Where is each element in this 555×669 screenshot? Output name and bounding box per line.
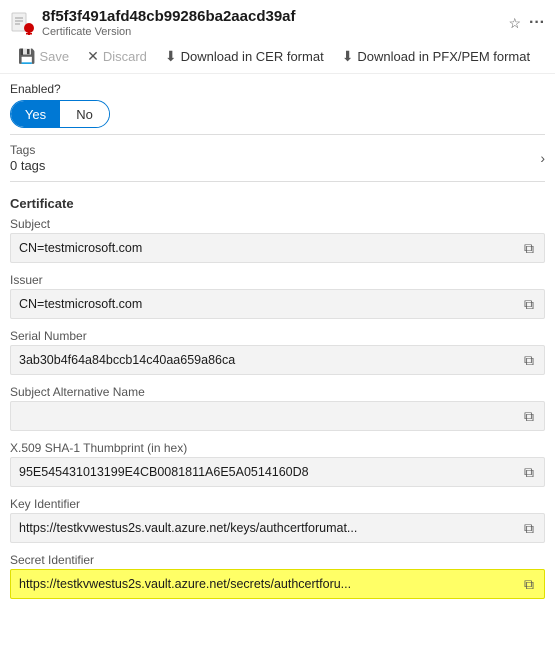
serial-number-field: Serial Number 3ab30b4f64a84bccb14c40aa65… xyxy=(0,325,555,381)
tags-row[interactable]: Tags 0 tags › xyxy=(0,135,555,181)
no-toggle-button[interactable]: No xyxy=(60,101,109,127)
copy-issuer-button[interactable]: ⧉ xyxy=(522,296,536,313)
toolbar: 💾 Save ✕ Discard ⬇ Download in CER forma… xyxy=(0,40,555,74)
yes-toggle-button[interactable]: Yes xyxy=(11,101,60,127)
secret-identifier-value-row: https://testkvwestus2s.vault.azure.net/s… xyxy=(10,569,545,599)
download-pfx-button[interactable]: ⬇ Download in PFX/PEM format xyxy=(334,44,538,69)
subject-field: Subject CN=testmicrosoft.com ⧉ xyxy=(0,213,555,269)
page-title: 8f5f3f491afd48cb99286ba2aacd39af xyxy=(42,8,500,26)
copy-thumbprint-button[interactable]: ⧉ xyxy=(522,464,536,481)
copy-key-id-button[interactable]: ⧉ xyxy=(522,520,536,537)
copy-serial-button[interactable]: ⧉ xyxy=(522,352,536,369)
more-options-icon[interactable]: ··· xyxy=(529,14,545,32)
certificate-section-title: Certificate xyxy=(0,190,555,213)
serial-number-value: 3ab30b4f64a84bccb14c40aa659a86ca xyxy=(19,353,522,367)
header-title-block: 8f5f3f491afd48cb99286ba2aacd39af Certifi… xyxy=(42,8,500,38)
enabled-label: Enabled? xyxy=(10,82,545,96)
discard-icon: ✕ xyxy=(87,48,99,65)
tags-label: Tags xyxy=(10,143,45,157)
pin-icon[interactable]: ☆ xyxy=(508,15,521,32)
download-pfx-icon: ⬇ xyxy=(342,48,354,65)
enabled-toggle[interactable]: Yes No xyxy=(10,100,110,128)
secret-identifier-value: https://testkvwestus2s.vault.azure.net/s… xyxy=(19,577,522,591)
copy-subject-button[interactable]: ⧉ xyxy=(522,240,536,257)
key-identifier-field: Key Identifier https://testkvwestus2s.va… xyxy=(0,493,555,549)
discard-button[interactable]: ✕ Discard xyxy=(79,44,155,69)
serial-number-label: Serial Number xyxy=(10,329,545,343)
issuer-value: CN=testmicrosoft.com xyxy=(19,297,522,311)
download-cer-button[interactable]: ⬇ Download in CER format xyxy=(157,44,332,69)
thumbprint-value: 95E545431013199E4CB0081811A6E5A0514160D8 xyxy=(19,465,522,479)
subject-alt-name-field: Subject Alternative Name ⧉ xyxy=(0,381,555,437)
subject-value-row: CN=testmicrosoft.com ⧉ xyxy=(10,233,545,263)
key-identifier-value: https://testkvwestus2s.vault.azure.net/k… xyxy=(19,521,522,535)
subject-label: Subject xyxy=(10,217,545,231)
issuer-field: Issuer CN=testmicrosoft.com ⧉ xyxy=(0,269,555,325)
save-icon: 💾 xyxy=(18,48,35,65)
thumbprint-label: X.509 SHA-1 Thumbprint (in hex) xyxy=(10,441,545,455)
subject-value: CN=testmicrosoft.com xyxy=(19,241,522,255)
issuer-label: Issuer xyxy=(10,273,545,287)
copy-secret-id-button[interactable]: ⧉ xyxy=(522,576,536,593)
download-cer-icon: ⬇ xyxy=(165,48,177,65)
secret-identifier-label: Secret Identifier xyxy=(10,553,545,567)
thumbprint-value-row: 95E545431013199E4CB0081811A6E5A0514160D8… xyxy=(10,457,545,487)
subject-alt-name-value-row: ⧉ xyxy=(10,401,545,431)
thumbprint-field: X.509 SHA-1 Thumbprint (in hex) 95E54543… xyxy=(0,437,555,493)
save-button[interactable]: 💾 Save xyxy=(10,44,77,69)
enabled-section: Enabled? Yes No xyxy=(0,74,555,134)
header-actions: ☆ ··· xyxy=(508,14,545,32)
copy-san-button[interactable]: ⧉ xyxy=(522,408,536,425)
key-identifier-value-row: https://testkvwestus2s.vault.azure.net/k… xyxy=(10,513,545,543)
serial-number-value-row: 3ab30b4f64a84bccb14c40aa659a86ca ⧉ xyxy=(10,345,545,375)
certificate-icon xyxy=(10,11,34,35)
page-header: 8f5f3f491afd48cb99286ba2aacd39af Certifi… xyxy=(0,0,555,40)
page-subtitle: Certificate Version xyxy=(42,26,500,38)
issuer-value-row: CN=testmicrosoft.com ⧉ xyxy=(10,289,545,319)
chevron-right-icon: › xyxy=(540,150,545,166)
subject-alt-name-label: Subject Alternative Name xyxy=(10,385,545,399)
divider-2 xyxy=(10,181,545,182)
secret-identifier-field: Secret Identifier https://testkvwestus2s… xyxy=(0,549,555,605)
tags-count: 0 tags xyxy=(10,158,45,173)
key-identifier-label: Key Identifier xyxy=(10,497,545,511)
tags-info: Tags 0 tags xyxy=(10,143,45,173)
